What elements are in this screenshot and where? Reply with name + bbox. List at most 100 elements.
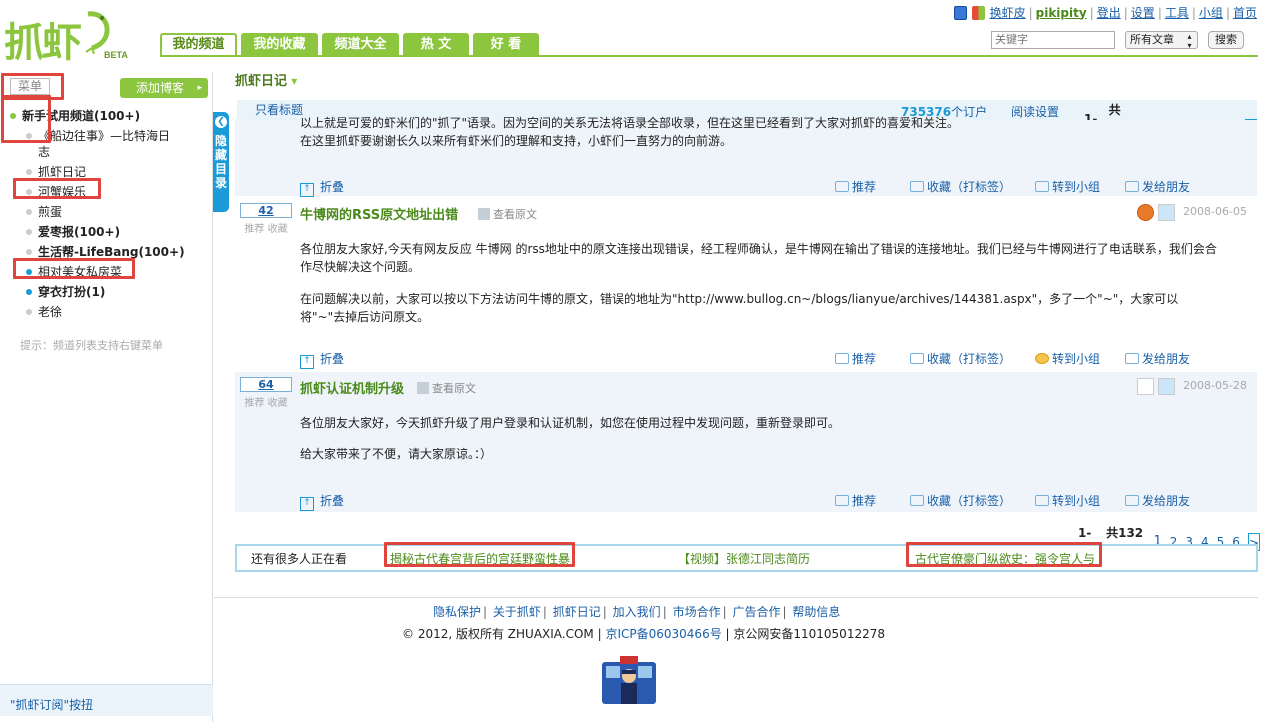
channel-item-aizaobao[interactable]: 爱枣报(100+) [0, 222, 200, 242]
vote-actions[interactable]: 推荐 收藏 [240, 220, 292, 235]
vote-count[interactable]: 42 [240, 203, 292, 218]
article-title[interactable]: 牛博网的RSS原文地址出错 [300, 204, 458, 223]
vote-box: 64 推荐 收藏 [240, 377, 292, 409]
fold-button[interactable]: 折叠 [300, 178, 344, 197]
hide-directory-label: 隐藏目录 [214, 134, 227, 190]
hide-directory-toggle[interactable]: ❮ 隐藏目录 [213, 112, 229, 212]
tab-good-reads[interactable]: 好 看 [473, 33, 539, 57]
collect-button[interactable]: 收藏（打标签） [910, 178, 1011, 195]
subscribe-button-link[interactable]: "抓虾订阅"按扭 [0, 684, 213, 716]
logo-text: 抓虾 [4, 19, 82, 66]
add-blog-button[interactable]: 添加博客 [120, 78, 208, 98]
tab-my-channels[interactable]: 我的频道 [160, 33, 237, 57]
article-date: 2008-06-05 [1183, 205, 1247, 218]
footer-link-help[interactable]: 帮助信息 [792, 605, 840, 619]
tag-icon [910, 181, 924, 192]
beta-label: BETA [104, 50, 128, 60]
blog-title-dropdown[interactable]: 抓虾日记 [235, 70, 297, 89]
highlight-box [384, 542, 575, 567]
copyright: © 2012, 版权所有 ZHUAXIA.COM | 京ICP备06030466… [402, 627, 885, 641]
send-friend-button[interactable]: 发给朋友 [1125, 178, 1190, 195]
share-icon[interactable] [1158, 378, 1175, 395]
article-body: 各位朋友大家好，今天抓虾升级了用户登录和认证机制，如您在使用过程中发现问题，重新… [300, 416, 841, 461]
footer-link-diary[interactable]: 抓虾日记 [553, 605, 601, 619]
to-group-button[interactable]: 转到小组 [1035, 178, 1100, 195]
collect-button[interactable]: 收藏（打标签） [910, 350, 1011, 367]
channel-status-icon [26, 169, 32, 175]
tab-underline [160, 55, 1258, 57]
thumb-up-icon [835, 181, 849, 192]
checkbox-icon[interactable] [1137, 378, 1154, 395]
highlight-box [1, 95, 51, 143]
home-link[interactable]: 首页 [1233, 4, 1257, 21]
username-link[interactable]: pikipity [1036, 6, 1087, 20]
skin-palette-icon[interactable] [971, 5, 985, 20]
settings-link[interactable]: 设置 [1131, 4, 1155, 21]
speech-bubble-icon [1035, 353, 1049, 364]
tab-my-favorites[interactable]: 我的收藏 [241, 33, 318, 57]
speech-bubble-icon [1035, 181, 1049, 192]
channel-status-icon [26, 229, 32, 235]
thumb-up-icon [835, 495, 849, 506]
vote-actions[interactable]: 推荐 收藏 [240, 394, 292, 409]
channel-item-jiandan[interactable]: 煎蛋 [0, 202, 200, 222]
footer-link-ads[interactable]: 广告合作 [732, 605, 780, 619]
also-watching-link[interactable]: 【视频】张德江同志简历 [678, 550, 810, 567]
vote-count[interactable]: 64 [240, 377, 292, 392]
send-friend-button[interactable]: 发给朋友 [1125, 492, 1190, 509]
mobile-icon[interactable] [953, 5, 967, 20]
search-scope-select[interactable]: 所有文章 [1125, 31, 1198, 50]
shrimp-icon [85, 11, 110, 54]
recommend-button[interactable]: 推荐 [835, 178, 876, 195]
search-button[interactable]: 搜索 [1208, 31, 1244, 49]
zhuaxia-logo[interactable]: 抓虾 BETA [4, 8, 154, 66]
channel-status-icon [26, 309, 32, 315]
envelope-icon [1125, 495, 1139, 506]
recommend-button[interactable]: 推荐 [835, 492, 876, 509]
channel-item-laoxu[interactable]: 老徐 [0, 302, 200, 322]
tools-link[interactable]: 工具 [1165, 4, 1189, 21]
article-body: 各位朋友大家好,今天有网友反应 牛博网 的rss地址中的原文连接出现错误，经工程… [300, 242, 1217, 324]
header: 抓虾 BETA 我的频道 我的收藏 频道大全 热 文 好 看 换虾皮 | piki… [0, 0, 1280, 66]
to-group-button[interactable]: 转到小组 [1035, 492, 1100, 509]
police-badge-icon[interactable] [600, 656, 658, 706]
tab-hot-articles[interactable]: 热 文 [403, 33, 469, 57]
article-title[interactable]: 抓虾认证机制升级 [300, 378, 404, 397]
fold-button[interactable]: 折叠 [300, 350, 344, 369]
also-watching-label: 还有很多人正在看 [251, 552, 348, 566]
footer-link-market[interactable]: 市场合作 [673, 605, 721, 619]
logout-link[interactable]: 登出 [1097, 4, 1121, 21]
send-friend-button[interactable]: 发给朋友 [1125, 350, 1190, 367]
article-icons [1133, 378, 1175, 395]
rss-source-icon[interactable] [1137, 204, 1154, 221]
article-header: 64 推荐 收藏 抓虾认证机制升级 查看原文 2008-05-28 [235, 372, 1257, 409]
icp-link[interactable]: 京ICP备06030466号 [605, 627, 721, 641]
footer-link-jobs[interactable]: 加入我们 [613, 605, 661, 619]
skin-link[interactable]: 换虾皮 [990, 4, 1026, 21]
article-date: 2008-05-28 [1183, 379, 1247, 392]
highlight-box [906, 542, 1102, 567]
groups-link[interactable]: 小组 [1199, 4, 1223, 21]
view-original-link[interactable]: 查看原文 [478, 206, 537, 222]
search-input[interactable] [991, 31, 1115, 49]
envelope-icon [1125, 353, 1139, 364]
fold-button[interactable]: 折叠 [300, 492, 344, 511]
footer-link-about[interactable]: 关于抓虾 [493, 605, 541, 619]
to-group-button[interactable]: 转到小组 [1035, 350, 1100, 367]
recommend-button[interactable]: 推荐 [835, 350, 876, 367]
share-icon[interactable] [1158, 204, 1175, 221]
speech-bubble-icon [1035, 495, 1049, 506]
view-original-link[interactable]: 查看原文 [417, 380, 476, 396]
top-links: 换虾皮 | pikipity | 登出 | 设置 | 工具 | 小组 | 首页 [953, 4, 1257, 21]
channel-item-dressing[interactable]: 穿衣打扮(1) [0, 282, 200, 302]
footer-link-privacy[interactable]: 隐私保护 [433, 605, 481, 619]
tag-icon [910, 495, 924, 506]
tag-icon [910, 353, 924, 364]
tab-channel-directory[interactable]: 频道大全 [322, 33, 399, 57]
channel-status-icon [26, 289, 32, 295]
only-titles-link[interactable]: 只看标题 [255, 100, 303, 120]
envelope-icon [1125, 181, 1139, 192]
collect-button[interactable]: 收藏（打标签） [910, 492, 1011, 509]
sidebar-hint: 提示：频道列表支持右键菜单 [20, 339, 163, 352]
channel-status-icon [26, 249, 32, 255]
